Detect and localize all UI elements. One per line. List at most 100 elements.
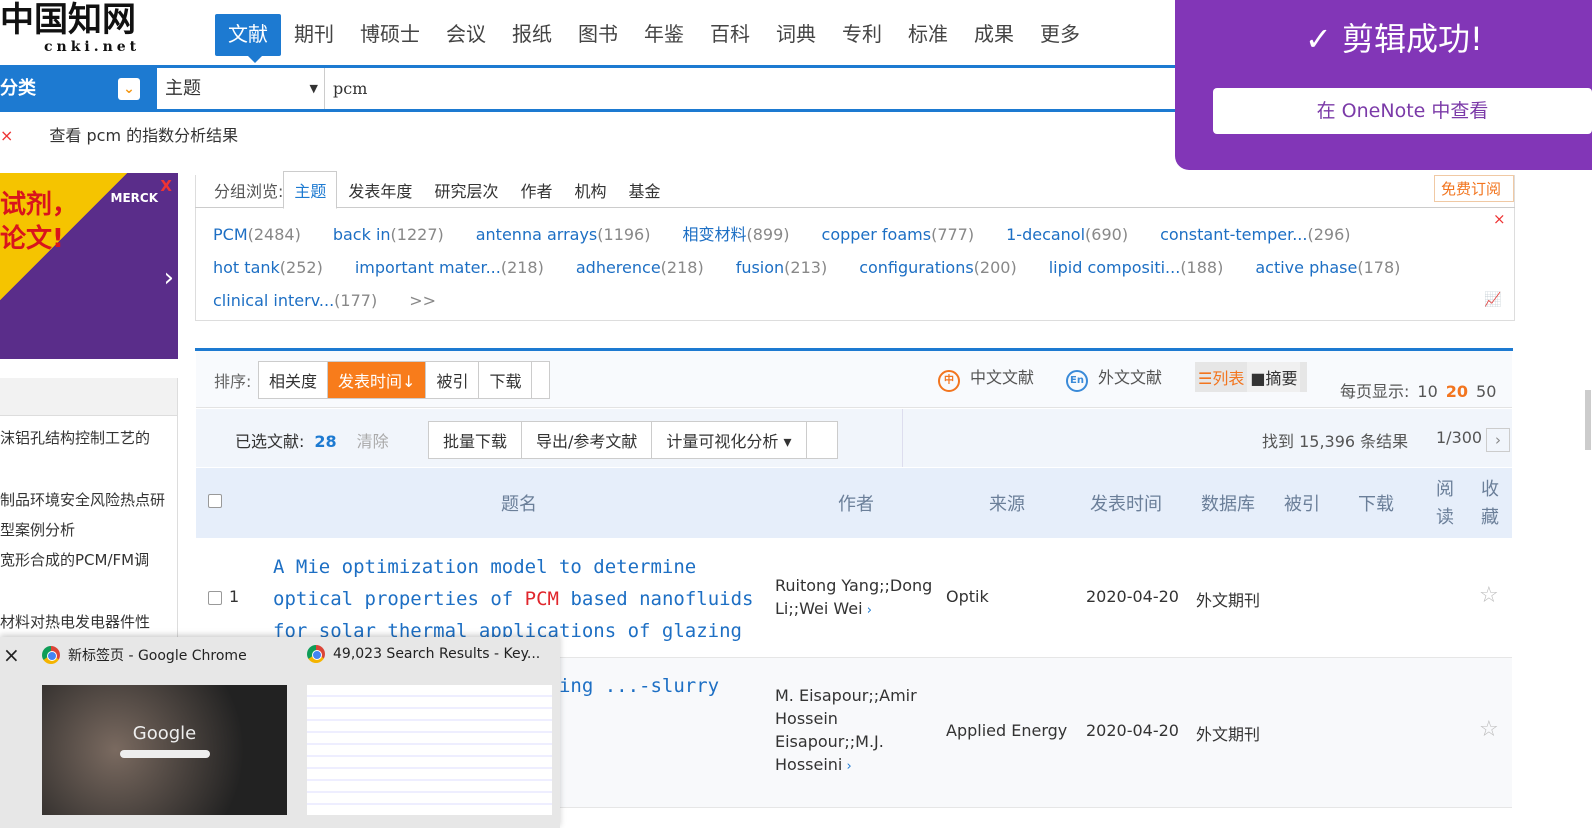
column-header[interactable]: 被引: [1284, 490, 1320, 516]
term-label: important mater...: [354, 258, 501, 277]
chevron-right-icon[interactable]: ›: [863, 603, 872, 618]
topic-term[interactable]: antenna arrays(1196): [476, 218, 651, 251]
nav-tab[interactable]: 会议: [433, 14, 499, 56]
clip-success-title: ✓ 剪辑成功!: [1305, 20, 1483, 58]
topic-term[interactable]: lipid compositi...(188): [1049, 251, 1224, 284]
clear-button[interactable]: 清除: [357, 432, 389, 451]
result-source[interactable]: Optik: [946, 587, 1076, 606]
nav-tab[interactable]: 专利: [829, 14, 895, 56]
trend-chart-icon[interactable]: 📈: [1484, 292, 1508, 308]
column-header[interactable]: 收藏: [1481, 476, 1499, 532]
topic-term[interactable]: back in(1227): [333, 218, 444, 251]
related-item[interactable]: 材料对热电发电器件性: [0, 612, 176, 632]
per-page-label: 每页显示:: [1340, 382, 1410, 401]
per-page-option[interactable]: 10: [1417, 382, 1437, 401]
related-item[interactable]: 制品环境安全风险热点研: [0, 490, 176, 510]
topic-term[interactable]: 相变材料(899): [682, 218, 789, 251]
close-icon[interactable]: ×: [3, 643, 20, 667]
group-tab[interactable]: 机构: [563, 178, 617, 202]
select-all-checkbox[interactable]: [208, 494, 222, 508]
ad-close-icon[interactable]: X: [160, 177, 172, 195]
more-terms-button[interactable]: >>: [409, 291, 436, 310]
topic-term[interactable]: hot tank(252): [213, 251, 323, 284]
per-page-option[interactable]: 20: [1446, 382, 1468, 401]
nav-tab[interactable]: 更多: [1027, 14, 1093, 56]
close-icon[interactable]: ×: [0, 126, 13, 145]
main-nav: 文献 期刊 博硕士 会议 报纸 图书 年鉴 百科 词典 专利 标准 成果 更多: [215, 14, 1165, 63]
nav-tab[interactable]: 报纸: [499, 14, 565, 56]
search-field-select[interactable]: 主题 ▼: [157, 68, 325, 109]
column-header[interactable]: 数据库: [1201, 490, 1255, 516]
nav-tab[interactable]: 博硕士: [347, 14, 433, 56]
sort-option[interactable]: 发表时间↓: [328, 362, 427, 398]
chevron-right-icon[interactable]: ›: [842, 759, 852, 774]
topic-term[interactable]: configurations(200): [859, 251, 1017, 284]
chinese-literature-filter[interactable]: 中中文文献: [938, 364, 1063, 392]
result-authors[interactable]: M. Eisapour;;Amir Hossein Eisapour;;M.J.…: [775, 684, 935, 778]
nav-tab[interactable]: 图书: [565, 14, 631, 56]
term-label: PCM: [213, 225, 248, 244]
batch-op-button[interactable]: 导出/参考文献: [522, 422, 653, 458]
group-tab[interactable]: 发表年度: [337, 178, 423, 202]
batch-op-button[interactable]: 批量下载: [429, 422, 523, 458]
group-tab[interactable]: 研究层次: [423, 178, 509, 202]
favorite-star-icon[interactable]: ☆: [1479, 717, 1499, 742]
topic-term[interactable]: adherence(218): [576, 251, 704, 284]
result-authors[interactable]: Ruitong Yang;;Dong Li;;Wei Wei ›: [775, 574, 935, 622]
column-header[interactable]: 作者: [838, 490, 874, 516]
selected-count-value[interactable]: 28: [314, 432, 336, 451]
list-view-button[interactable]: ☰列表: [1195, 362, 1247, 392]
nav-tab[interactable]: 百科: [697, 14, 763, 56]
next-page-button[interactable]: ›: [1486, 428, 1510, 452]
topic-term[interactable]: 1-decanol(690): [1006, 218, 1128, 251]
favorite-star-icon[interactable]: ☆: [1479, 583, 1499, 608]
category-dropdown[interactable]: 分类 ⌄: [0, 68, 150, 109]
related-item[interactable]: 宽形合成的PCM/FM调: [0, 550, 176, 570]
nav-tab[interactable]: 年鉴: [631, 14, 697, 56]
topic-term[interactable]: active phase(178): [1255, 251, 1400, 284]
nav-tab[interactable]: 标准: [895, 14, 961, 56]
column-header[interactable]: 发表时间: [1090, 490, 1162, 516]
related-item[interactable]: 沫铝孔结构控制工艺的: [0, 428, 176, 448]
related-item[interactable]: 型案例分析: [0, 520, 176, 540]
topic-term[interactable]: constant-temper...(296): [1160, 218, 1350, 251]
free-subscribe-button[interactable]: 免费订阅: [1434, 175, 1514, 202]
view-in-onenote-button[interactable]: 在 OneNote 中查看: [1213, 88, 1592, 134]
nav-tab[interactable]: 词典: [763, 14, 829, 56]
abstract-view-button[interactable]: ■摘要: [1247, 362, 1301, 392]
sort-option[interactable]: 下载: [479, 362, 533, 398]
column-header[interactable]: 题名: [501, 490, 537, 516]
term-label: 相变材料: [682, 225, 747, 244]
result-source[interactable]: Applied Energy: [946, 721, 1076, 740]
window-thumb-search-results[interactable]: 49,023 Search Results - Key...: [307, 645, 557, 815]
index-analysis-link[interactable]: 查看 pcm 的指数分析结果: [49, 126, 238, 145]
topic-term[interactable]: fusion(213): [736, 251, 828, 284]
group-tab[interactable]: 作者: [509, 178, 563, 202]
topic-term[interactable]: clinical interv...(177): [213, 284, 377, 317]
ad-next-icon[interactable]: ›: [164, 263, 174, 293]
row-checkbox[interactable]: [208, 590, 222, 605]
group-tab[interactable]: 基金: [617, 178, 671, 202]
nav-tab[interactable]: 文献: [215, 14, 281, 63]
per-page-option[interactable]: 50: [1476, 382, 1496, 401]
ad-banner[interactable]: 试剂， 论文! MERCK X ›: [0, 173, 178, 359]
term-label: antenna arrays: [475, 225, 598, 244]
foreign-literature-filter[interactable]: En 外文文献: [1066, 364, 1191, 392]
column-header[interactable]: 来源: [989, 490, 1025, 516]
sort-option[interactable]: 相关度: [259, 362, 329, 398]
topic-term[interactable]: copper foams(777): [822, 218, 975, 251]
close-icon[interactable]: ×: [1493, 210, 1509, 228]
batch-op-button[interactable]: 计量可视化分析 ▾: [652, 422, 807, 458]
column-header[interactable]: 阅读: [1436, 476, 1454, 532]
topic-term[interactable]: PCM(2484): [213, 218, 301, 251]
nav-tab[interactable]: 成果: [961, 14, 1027, 56]
group-tab[interactable]: 主题: [283, 171, 338, 209]
scrollbar[interactable]: [1585, 390, 1591, 450]
cnki-logo[interactable]: 中国知网 cnki.net: [0, 0, 180, 60]
column-header[interactable]: 下载: [1358, 490, 1394, 516]
nav-tab[interactable]: 期刊: [281, 14, 347, 56]
term-count: (188): [1180, 258, 1224, 277]
sort-option[interactable]: 被引: [426, 362, 480, 398]
topic-term[interactable]: important mater...(218): [355, 251, 544, 284]
window-thumb-new-tab[interactable]: 新标签页 - Google Chrome Google: [42, 645, 292, 815]
